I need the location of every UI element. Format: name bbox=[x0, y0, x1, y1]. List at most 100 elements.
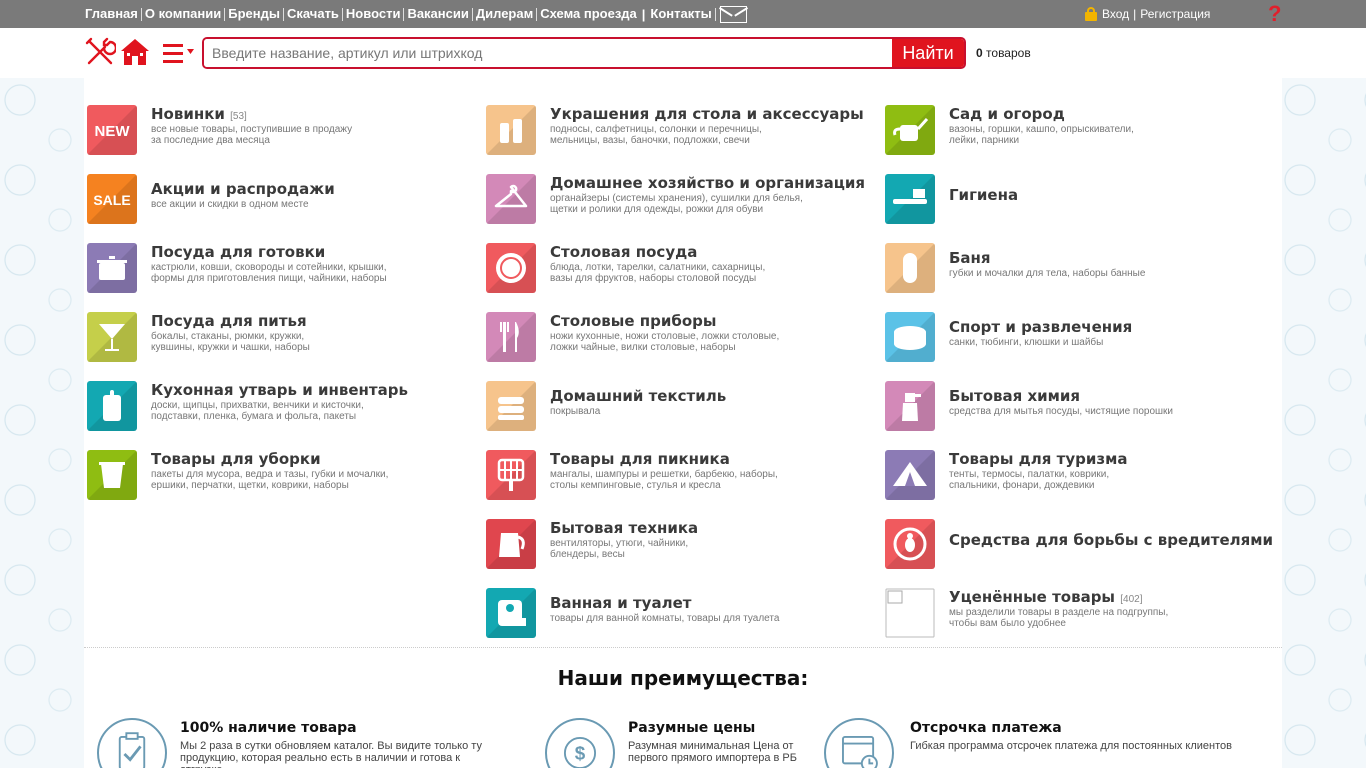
category-item[interactable]: Ванная и туалет товары для ванной комнаты… bbox=[486, 588, 866, 640]
category-item[interactable]: Сад и огород вазоны, горшки, кашпо, опрыс… bbox=[885, 105, 1265, 157]
category-title-text[interactable]: Украшения для стола и аксессуары bbox=[550, 105, 864, 123]
category-subtitle-line1[interactable]: средства для мытья посуды, чистящие поро… bbox=[949, 406, 1173, 417]
category-tile[interactable]: NEW bbox=[87, 105, 137, 155]
category-item[interactable]: Баня губки и мочалки для тела, наборы бан… bbox=[885, 243, 1265, 295]
category-tile[interactable] bbox=[885, 588, 935, 638]
nav-news[interactable]: Новости bbox=[343, 7, 404, 21]
category-title-text[interactable]: Бытовая техника bbox=[550, 519, 698, 537]
category-title-text[interactable]: Гигиена bbox=[949, 186, 1018, 204]
category-title[interactable]: Сад и огород bbox=[949, 105, 1065, 123]
category-tile[interactable] bbox=[885, 519, 935, 569]
category-title-text[interactable]: Кухонная утварь и инвентарь bbox=[151, 381, 408, 399]
category-tile[interactable] bbox=[486, 105, 536, 155]
category-tile[interactable] bbox=[87, 381, 137, 431]
category-subtitle-line2[interactable]: блендеры, весы bbox=[550, 549, 688, 560]
category-tile[interactable] bbox=[87, 312, 137, 362]
category-title-text[interactable]: Товары для туризма bbox=[949, 450, 1127, 468]
category-subtitle-line1[interactable]: кастрюли, ковши, сковороды и сотейники, … bbox=[151, 262, 387, 273]
category-title-text[interactable]: Спорт и развлечения bbox=[949, 318, 1132, 336]
category-subtitle-line2[interactable]: подставки, пленка, бумага и фольга, паке… bbox=[151, 411, 364, 422]
category-tile[interactable] bbox=[486, 312, 536, 362]
category-title[interactable]: Новинки [53] bbox=[151, 105, 247, 123]
category-subtitle-line2[interactable]: ложки чайные, вилки столовые, наборы bbox=[550, 342, 779, 353]
category-subtitle-line1[interactable]: покрывала bbox=[550, 406, 600, 417]
category-subtitle-line1[interactable]: тенты, термосы, палатки, коврики, bbox=[949, 469, 1109, 480]
category-subtitle-line1[interactable]: мангалы, шампуры и решетки, барбекю, наб… bbox=[550, 469, 778, 480]
nav-contacts[interactable]: Контакты bbox=[647, 7, 714, 21]
category-subtitle-line2[interactable]: спальники, фонари, дождевики bbox=[949, 480, 1109, 491]
category-title[interactable]: Домашний текстиль bbox=[550, 387, 726, 405]
category-title[interactable]: Бытовая техника bbox=[550, 519, 698, 537]
category-tile[interactable] bbox=[486, 588, 536, 638]
category-title-text[interactable]: Уценённые товары bbox=[949, 588, 1115, 606]
category-item[interactable]: SALE Акции и распродажи все акции и скидки… bbox=[87, 174, 467, 226]
category-tile[interactable] bbox=[87, 450, 137, 500]
category-subtitle-line2[interactable]: формы для приготовления пищи, чайники, н… bbox=[151, 273, 387, 284]
category-title-text[interactable]: Домашний текстиль bbox=[550, 387, 726, 405]
nav-about[interactable]: О компании bbox=[142, 7, 224, 21]
category-title-text[interactable]: Акции и распродажи bbox=[151, 180, 335, 198]
category-title-text[interactable]: Новинки bbox=[151, 105, 225, 123]
category-title-text[interactable]: Товары для пикника bbox=[550, 450, 730, 468]
category-item[interactable]: Посуда для готовки кастрюли, ковши, сково… bbox=[87, 243, 467, 295]
category-title[interactable]: Товары для туризма bbox=[949, 450, 1127, 468]
category-subtitle-line1[interactable]: все новые товары, поступившие в продажу bbox=[151, 124, 352, 135]
nav-vacancies[interactable]: Вакансии bbox=[404, 7, 471, 21]
category-title[interactable]: Баня bbox=[949, 249, 991, 267]
category-title[interactable]: Спорт и развлечения bbox=[949, 318, 1132, 336]
search-input[interactable] bbox=[204, 39, 894, 67]
nav-brands[interactable]: Бренды bbox=[225, 7, 283, 21]
category-subtitle-line1[interactable]: доски, щипцы, прихватки, венчики и кисто… bbox=[151, 400, 364, 411]
category-tile[interactable] bbox=[885, 450, 935, 500]
category-tile[interactable] bbox=[87, 243, 137, 293]
category-subtitle-line1[interactable]: товары для ванной комнаты, товары для ту… bbox=[550, 613, 779, 624]
category-subtitle-line2[interactable]: кувшины, кружки и чашки, наборы bbox=[151, 342, 310, 353]
category-title-text[interactable]: Сад и огород bbox=[949, 105, 1065, 123]
category-title-text[interactable]: Средства для борьбы с вредителями bbox=[949, 531, 1273, 549]
category-item[interactable]: Товары для пикника мангалы, шампуры и реш… bbox=[486, 450, 866, 502]
category-title[interactable]: Столовая посуда bbox=[550, 243, 697, 261]
menu-icon[interactable] bbox=[163, 42, 195, 64]
login-link[interactable]: Вход bbox=[1102, 7, 1129, 21]
category-title-text[interactable]: Баня bbox=[949, 249, 991, 267]
category-subtitle-line2[interactable]: лейки, парники bbox=[949, 135, 1134, 146]
category-item[interactable]: Бытовая техника вентиляторы, утюги, чайни… bbox=[486, 519, 866, 571]
register-link[interactable]: Регистрация bbox=[1140, 7, 1210, 21]
help-icon[interactable]: ? bbox=[1268, 2, 1281, 26]
category-subtitle-line1[interactable]: подносы, салфетницы, солонки и перечницы… bbox=[550, 124, 762, 135]
category-subtitle-line2[interactable]: мельницы, вазы, баночки, подложки, свечи bbox=[550, 135, 762, 146]
category-subtitle-line1[interactable]: ножи кухонные, ножи столовые, ложки стол… bbox=[550, 331, 779, 342]
category-title-text[interactable]: Столовая посуда bbox=[550, 243, 697, 261]
category-title-text[interactable]: Столовые приборы bbox=[550, 312, 716, 330]
nav-dealers[interactable]: Дилерам bbox=[473, 7, 536, 21]
category-title-text[interactable]: Товары для уборки bbox=[151, 450, 321, 468]
category-tile[interactable] bbox=[486, 381, 536, 431]
home-icon[interactable] bbox=[119, 36, 151, 68]
category-title[interactable]: Посуда для питья bbox=[151, 312, 307, 330]
category-tile[interactable] bbox=[486, 243, 536, 293]
category-title[interactable]: Гигиена bbox=[949, 186, 1018, 204]
category-item[interactable]: Бытовая химия средства для мытья посуды, … bbox=[885, 381, 1265, 433]
category-title-text[interactable]: Посуда для питья bbox=[151, 312, 307, 330]
mail-icon[interactable] bbox=[719, 5, 747, 23]
category-title[interactable]: Товары для пикника bbox=[550, 450, 730, 468]
category-tile[interactable] bbox=[885, 312, 935, 362]
search-button[interactable]: Найти bbox=[892, 39, 964, 67]
nav-home[interactable]: Главная bbox=[82, 7, 141, 21]
category-title[interactable]: Бытовая химия bbox=[949, 387, 1080, 405]
category-title[interactable]: Кухонная утварь и инвентарь bbox=[151, 381, 408, 399]
category-title[interactable]: Ванная и туалет bbox=[550, 594, 691, 612]
category-subtitle-line1[interactable]: органайзеры (системы хранения), сушилки … bbox=[550, 193, 803, 204]
category-title[interactable]: Столовые приборы bbox=[550, 312, 716, 330]
category-title[interactable]: Уценённые товары [402] bbox=[949, 588, 1142, 606]
category-item[interactable]: Товары для туризма тенты, термосы, палатк… bbox=[885, 450, 1265, 502]
category-tile[interactable] bbox=[885, 174, 935, 224]
category-item[interactable]: Украшения для стола и аксессуары подносы,… bbox=[486, 105, 866, 157]
category-tile[interactable] bbox=[885, 381, 935, 431]
category-subtitle-line1[interactable]: бокалы, стаканы, рюмки, кружки, bbox=[151, 331, 310, 342]
category-subtitle-line1[interactable]: все акции и скидки в одном месте bbox=[151, 199, 309, 210]
category-subtitle-line1[interactable]: блюда, лотки, тарелки, салатники, сахарн… bbox=[550, 262, 765, 273]
category-title[interactable]: Украшения для стола и аксессуары bbox=[550, 105, 864, 123]
category-tile[interactable] bbox=[885, 105, 935, 155]
category-title[interactable]: Акции и распродажи bbox=[151, 180, 335, 198]
